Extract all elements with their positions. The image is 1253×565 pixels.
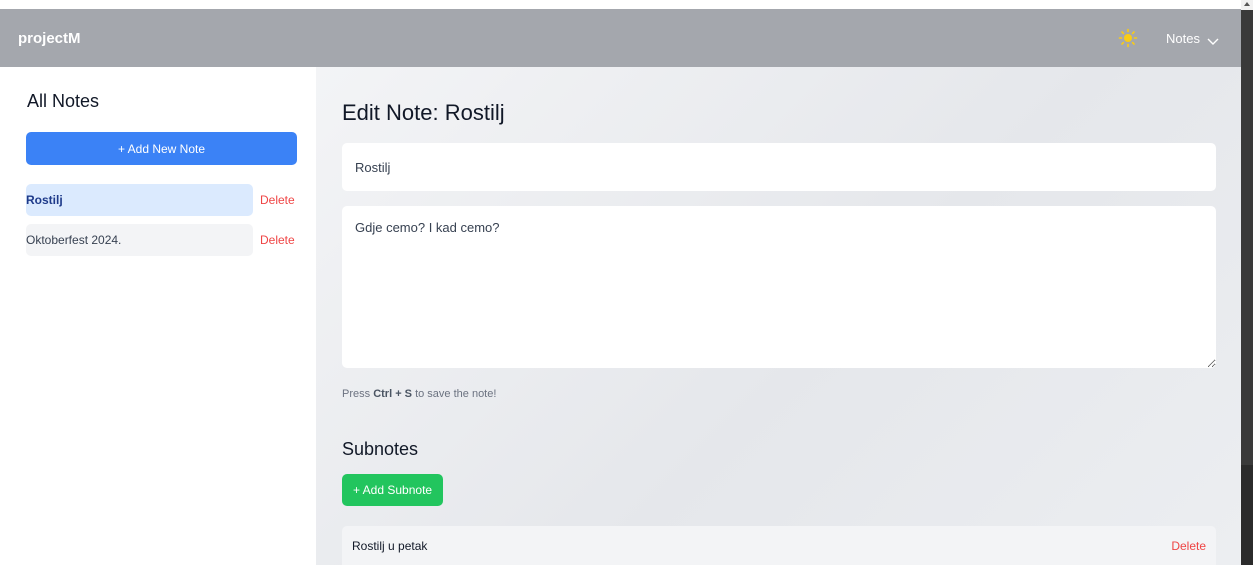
sidebar-title: All Notes bbox=[27, 91, 100, 111]
notes-menu-label: Notes bbox=[1166, 30, 1200, 46]
scrollbar-track-lower bbox=[1241, 465, 1253, 565]
chevron-down-icon bbox=[1207, 34, 1219, 45]
add-new-note-button[interactable]: + Add New Note bbox=[26, 132, 297, 165]
note-list-item: Oktoberfest 2024. Delete bbox=[26, 224, 297, 256]
delete-note-button[interactable]: Delete bbox=[260, 193, 295, 207]
note-item-title: Rostilj bbox=[26, 193, 63, 207]
brand-logo[interactable]: projectM bbox=[18, 30, 81, 47]
save-hint: Press Ctrl + S to save the note! bbox=[342, 388, 1216, 400]
notes-menu-dropdown[interactable]: Notes bbox=[1166, 31, 1219, 46]
note-item-rostilj[interactable]: Rostilj bbox=[26, 184, 253, 216]
hint-prefix: Press bbox=[342, 388, 371, 400]
subnote-item[interactable]: Rostilj u petak Delete bbox=[342, 526, 1216, 565]
editor-heading: Edit Note: Rostilj bbox=[342, 100, 505, 125]
subnote-title: Rostilj u petak bbox=[352, 539, 428, 553]
top-navbar: projectM Notes bbox=[0, 9, 1241, 67]
note-list-item: Rostilj Delete bbox=[26, 184, 297, 216]
add-subnote-button[interactable]: + Add Subnote bbox=[342, 474, 444, 506]
page-scrollbar[interactable] bbox=[1241, 0, 1253, 565]
scroll-up-arrow-icon[interactable] bbox=[1244, 2, 1250, 6]
hint-shortcut: Ctrl + S bbox=[373, 388, 413, 400]
delete-note-button[interactable]: Delete bbox=[260, 233, 295, 247]
note-item-oktoberfest[interactable]: Oktoberfest 2024. bbox=[26, 224, 253, 256]
scrollbar-thumb[interactable] bbox=[1241, 10, 1253, 465]
hint-suffix: to save the note! bbox=[415, 388, 497, 400]
sun-icon[interactable] bbox=[1118, 28, 1138, 48]
delete-subnote-button[interactable]: Delete bbox=[1171, 539, 1206, 553]
navbar-right: Notes bbox=[1118, 28, 1219, 48]
sun-icon-svg bbox=[1118, 28, 1138, 48]
note-editor: Edit Note: Rostilj Gdje cemo? I kad cemo… bbox=[316, 67, 1241, 565]
notes-sidebar: All Notes + Add New Note Rostilj Delete … bbox=[0, 67, 316, 565]
window-top-strip bbox=[0, 0, 1253, 9]
note-body-textarea[interactable]: Gdje cemo? I kad cemo? bbox=[342, 206, 1216, 368]
note-title-input[interactable] bbox=[342, 143, 1216, 191]
note-item-title: Oktoberfest 2024. bbox=[26, 233, 122, 247]
subnotes-heading: Subnotes bbox=[342, 439, 419, 459]
